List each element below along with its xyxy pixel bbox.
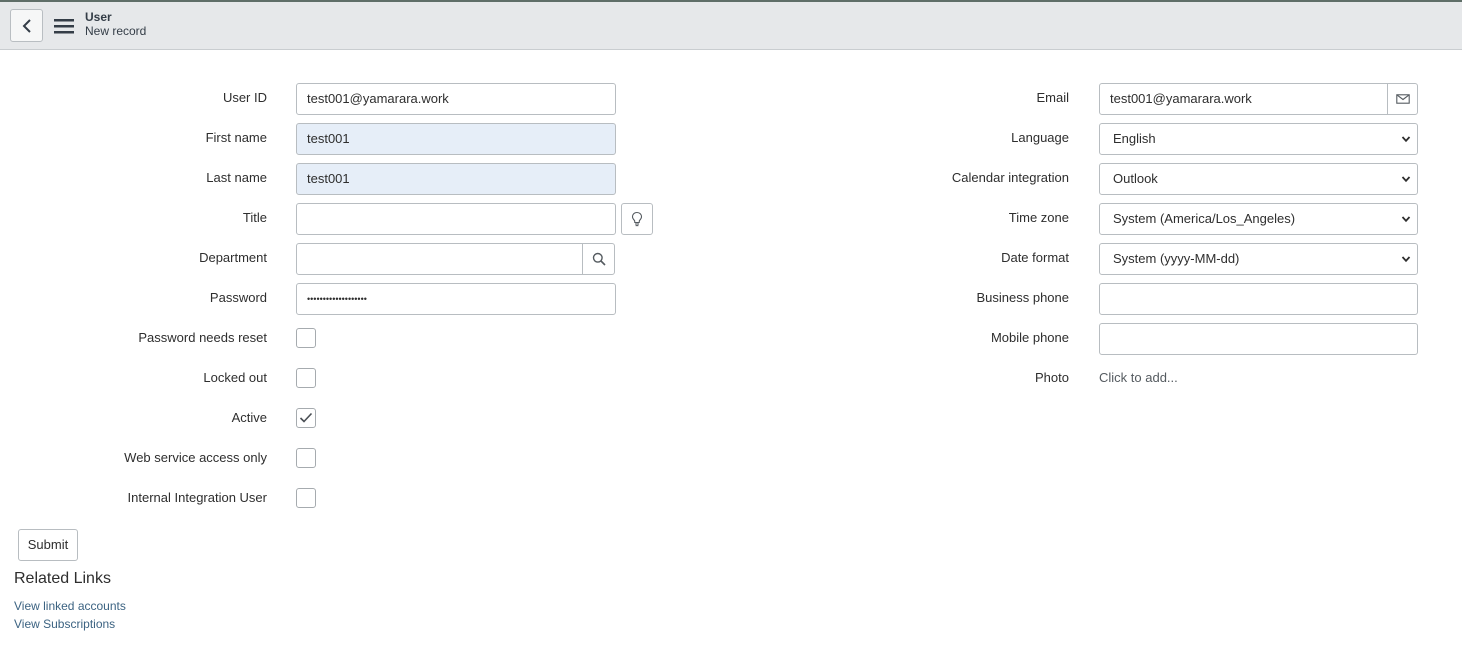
calendar-integration-select[interactable]: Outlook [1099, 163, 1418, 195]
mobile-phone-label: Mobile phone [990, 330, 1069, 345]
submit-button[interactable]: Submit [18, 529, 78, 561]
language-selected-value: English [1113, 131, 1156, 146]
business-phone-input[interactable] [1099, 283, 1418, 315]
mobile-phone-input[interactable] [1099, 323, 1418, 355]
locked-out-checkbox[interactable] [296, 368, 316, 388]
password-input[interactable]: ••••••••••••••••••• [296, 283, 616, 315]
email-input[interactable]: test001@yamarara.work [1099, 83, 1388, 115]
user-id-input[interactable]: test001@yamarara.work [296, 83, 616, 115]
form-header: User New record [0, 2, 1462, 50]
chevron-down-icon [1401, 176, 1411, 183]
active-label: Active [231, 410, 267, 425]
photo-add-link[interactable]: Click to add... [1099, 363, 1178, 393]
hamburger-menu-icon [54, 19, 74, 34]
calendar-integration-selected-value: Outlook [1113, 171, 1158, 186]
password-needs-reset-label: Password needs reset [138, 330, 267, 345]
context-menu-button[interactable] [52, 15, 76, 37]
business-phone-label: Business phone [976, 290, 1069, 305]
chevron-down-icon [1401, 216, 1411, 223]
chevron-down-icon [1401, 136, 1411, 143]
view-linked-accounts-link[interactable]: View linked accounts [14, 599, 126, 613]
first-name-label: First name [205, 130, 267, 145]
title-input[interactable] [296, 203, 616, 235]
department-label: Department [199, 250, 267, 265]
web-service-access-only-checkbox[interactable] [296, 448, 316, 468]
date-format-selected-value: System (yyyy-MM-dd) [1113, 251, 1240, 266]
chevron-left-icon [22, 18, 31, 33]
date-format-select[interactable]: System (yyyy-MM-dd) [1099, 243, 1418, 275]
language-label: Language [1011, 130, 1069, 145]
header-title: User [85, 10, 112, 24]
email-label: Email [1036, 90, 1069, 105]
password-needs-reset-checkbox[interactable] [296, 328, 316, 348]
last-name-input[interactable]: test001 [296, 163, 616, 195]
header-titles: User New record [85, 10, 146, 38]
user-id-label: User ID [222, 90, 267, 105]
first-name-input[interactable]: test001 [296, 123, 616, 155]
title-label: Title [242, 210, 267, 225]
time-zone-label: Time zone [1008, 210, 1069, 225]
view-subscriptions-link[interactable]: View Subscriptions [14, 617, 115, 631]
last-name-label: Last name [206, 170, 267, 185]
envelope-icon [1395, 94, 1410, 104]
password-label: Password [209, 290, 267, 305]
internal-integration-user-label: Internal Integration User [127, 490, 267, 505]
department-input[interactable] [296, 243, 583, 275]
department-lookup-button[interactable] [582, 243, 615, 275]
related-links-heading: Related Links [14, 570, 111, 587]
calendar-integration-label: Calendar integration [951, 170, 1069, 185]
internal-integration-user-checkbox[interactable] [296, 488, 316, 508]
photo-label: Photo [1035, 370, 1069, 385]
time-zone-selected-value: System (America/Los_Angeles) [1113, 211, 1296, 226]
web-service-access-only-label: Web service access only [124, 450, 267, 465]
search-icon [592, 252, 606, 266]
time-zone-select[interactable]: System (America/Los_Angeles) [1099, 203, 1418, 235]
lightbulb-icon [631, 211, 643, 227]
back-button[interactable] [10, 9, 43, 42]
send-email-button[interactable] [1387, 83, 1418, 115]
title-suggestion-button[interactable] [621, 203, 653, 235]
language-select[interactable]: English [1099, 123, 1418, 155]
active-checkbox[interactable] [296, 408, 316, 428]
checkmark-icon [299, 412, 313, 423]
chevron-down-icon [1401, 256, 1411, 263]
header-subtitle: New record [85, 24, 147, 38]
locked-out-label: Locked out [203, 370, 267, 385]
date-format-label: Date format [1001, 250, 1069, 265]
